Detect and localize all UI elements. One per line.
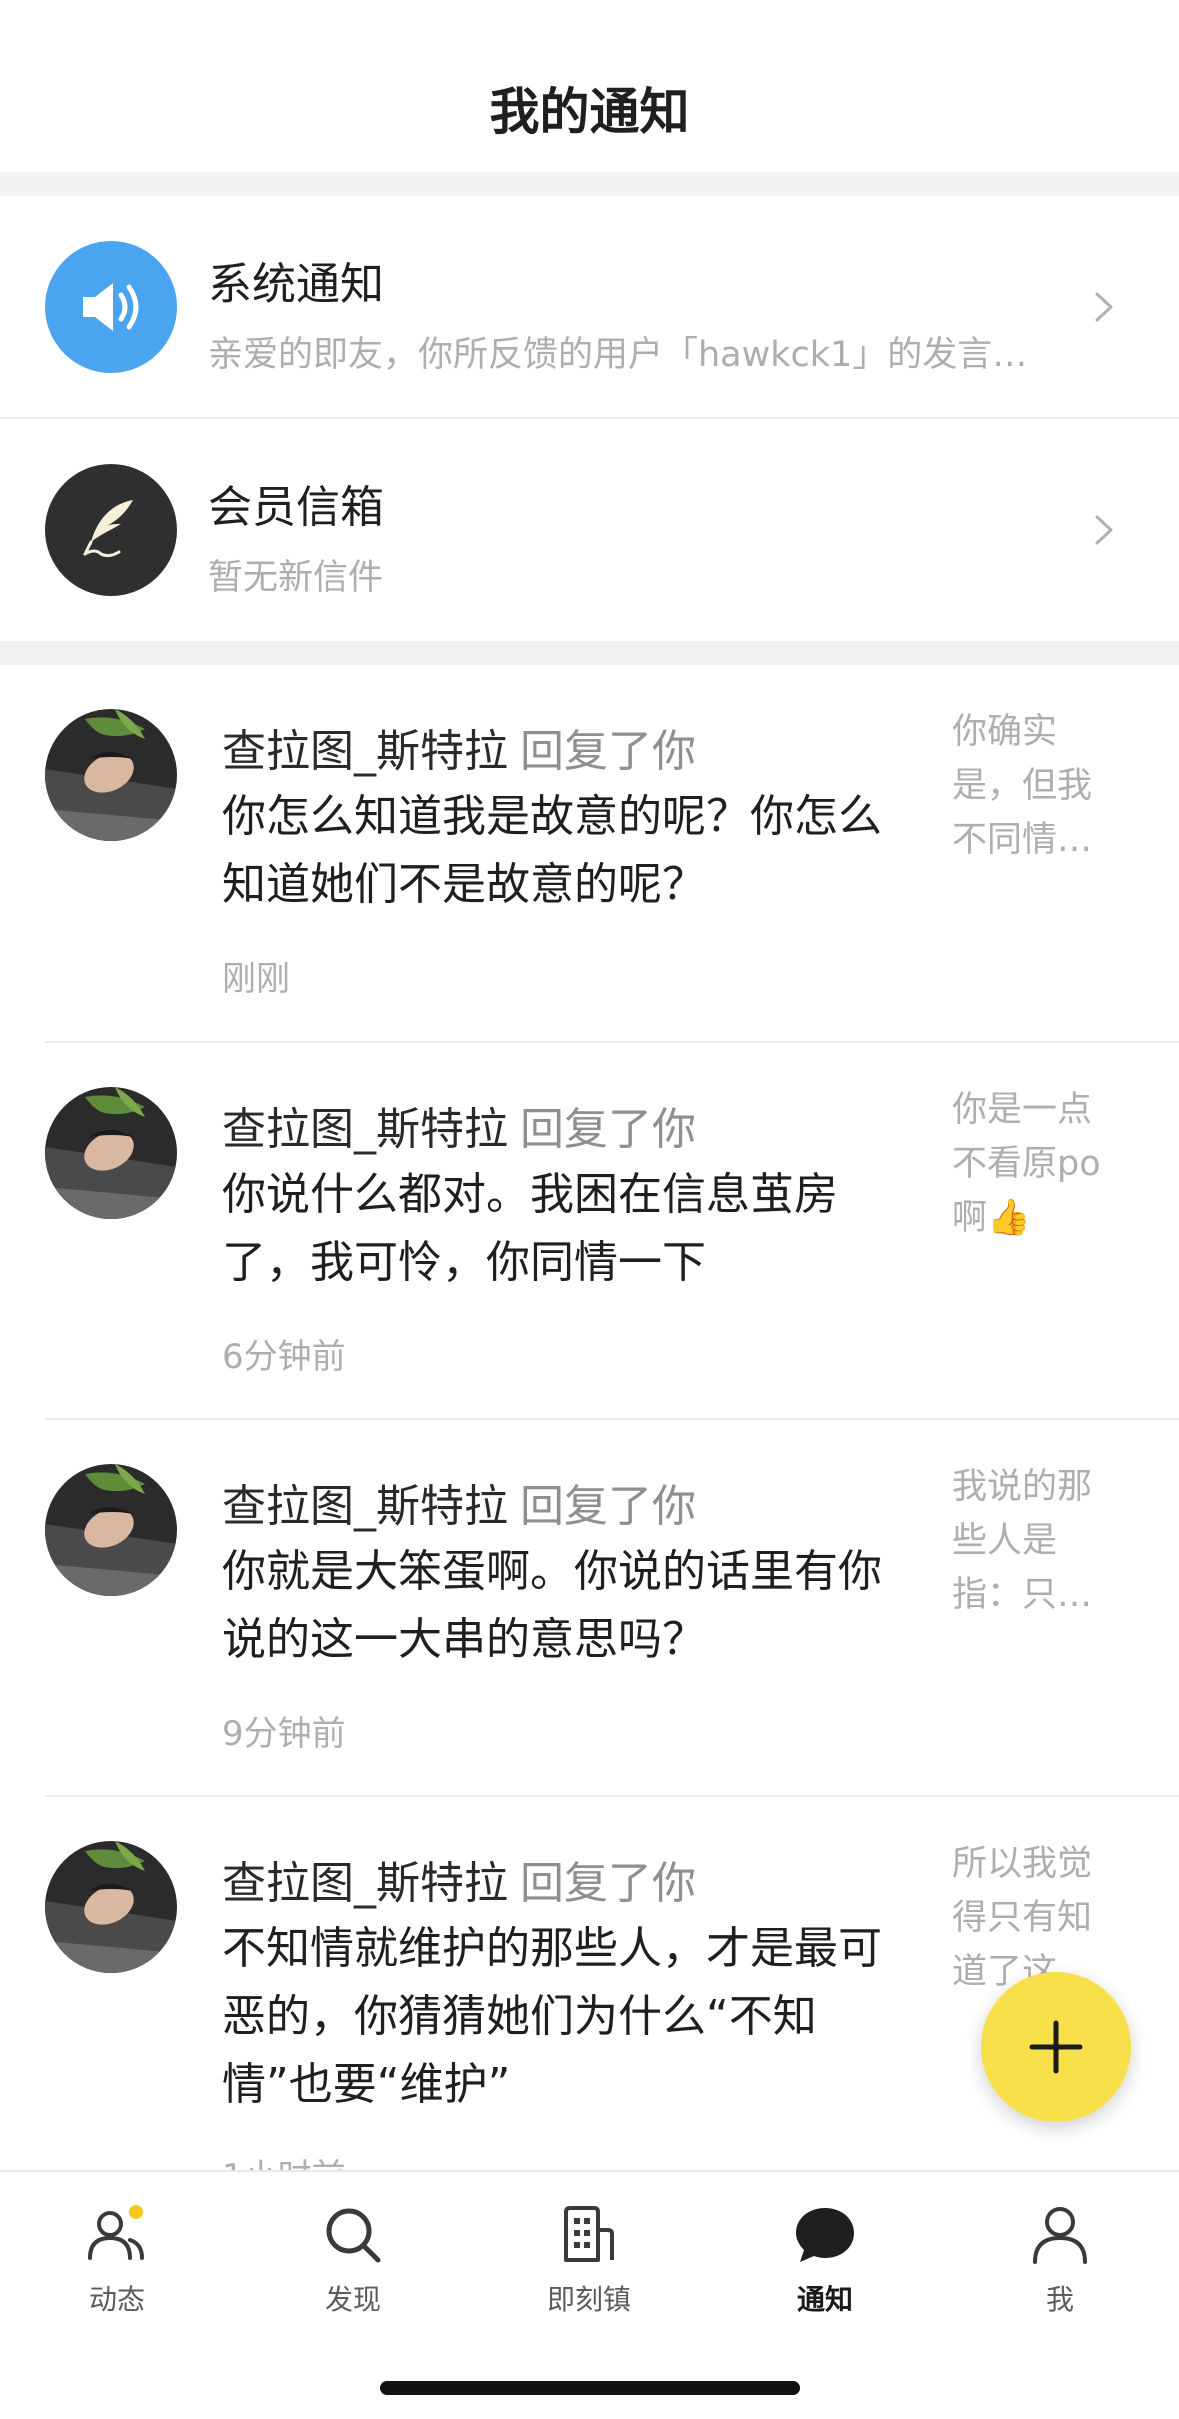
- building-icon: [564, 2206, 614, 2262]
- quill-icon: [45, 464, 177, 596]
- tab-me[interactable]: 我: [990, 2200, 1130, 2330]
- tab-label: 我: [1045, 2283, 1074, 2316]
- add-button[interactable]: [981, 1972, 1131, 2122]
- user-name[interactable]: 查拉图_斯特拉: [222, 1858, 508, 1909]
- speaker-icon: [45, 241, 177, 373]
- tab-town[interactable]: 即刻镇: [519, 2200, 659, 2330]
- reply-body: 不知情就维护的那些人，才是最可恶的，你猜猜她们为什么“不知情”也要“维护”: [222, 1923, 882, 2110]
- section-gap: [0, 641, 1179, 665]
- chevron-right-icon: [1095, 292, 1113, 322]
- notification-item[interactable]: 查拉图_斯特拉 回复了你 你怎么知道我是故意的呢？你怎么知道她们不是故意的呢？ 刚…: [0, 665, 1179, 1043]
- home-indicator[interactable]: [380, 2381, 800, 2395]
- timestamp: 6分钟前: [222, 1337, 346, 1377]
- avatar[interactable]: [45, 1841, 177, 1973]
- tab-feed[interactable]: 动态: [47, 2200, 187, 2330]
- tab-notifications[interactable]: 通知: [755, 2200, 895, 2330]
- avatar[interactable]: [45, 709, 177, 841]
- page-title: 我的通知: [489, 83, 690, 141]
- action-text: 回复了你: [520, 726, 696, 777]
- system-notification-row[interactable]: 系统通知 亲爱的即友，你所反馈的用户「hawkck1」的发言…: [0, 196, 1179, 418]
- plus-icon: [1029, 2020, 1083, 2074]
- notification-item[interactable]: 查拉图_斯特拉 回复了你 你说什么都对。我困在信息茧房了，我可怜，你同情一下 6分…: [0, 1043, 1179, 1420]
- reply-body: 你怎么知道我是故意的呢？你怎么知道她们不是故意的呢？: [222, 791, 882, 910]
- tab-label: 动态: [88, 2283, 145, 2316]
- chat-bubble-icon: [796, 2208, 854, 2262]
- member-mailbox-preview: 暂无新信件: [208, 558, 384, 598]
- system-notification-preview: 亲爱的即友，你所反馈的用户「hawkck1」的发言…: [208, 335, 1028, 375]
- notification-item[interactable]: 查拉图_斯特拉 回复了你 不知情就维护的那些人，才是最可恶的，你猜猜她们为什么“不…: [0, 1797, 1179, 2170]
- avatar[interactable]: [45, 1464, 177, 1596]
- avatar[interactable]: [45, 1087, 177, 1219]
- tab-label: 通知: [796, 2283, 853, 2316]
- member-mailbox-title: 会员信箱: [208, 482, 384, 533]
- notification-item[interactable]: 查拉图_斯特拉 回复了你 你就是大笨蛋啊。你说的话里有你说的这一大串的意思吗？ 9…: [0, 1420, 1179, 1797]
- system-notification-title: 系统通知: [208, 259, 384, 310]
- action-text: 回复了你: [520, 1481, 696, 1532]
- user-name[interactable]: 查拉图_斯特拉: [222, 1481, 508, 1532]
- user-name[interactable]: 查拉图_斯特拉: [222, 1104, 508, 1155]
- timestamp: 9分钟前: [222, 1714, 346, 1754]
- tab-label: 发现: [324, 2283, 381, 2316]
- quoted-text: 我说的那些人是指：只…: [952, 1467, 1093, 1615]
- reply-body: 你说什么都对。我困在信息茧房了，我可怜，你同情一下: [222, 1169, 838, 1288]
- action-text: 回复了你: [520, 1104, 696, 1155]
- tab-label: 即刻镇: [546, 2283, 631, 2316]
- action-text: 回复了你: [520, 1858, 696, 1909]
- search-icon: [326, 2208, 381, 2263]
- quoted-text: 你确实是，但我不同情…: [952, 712, 1093, 860]
- people-icon: [88, 2205, 144, 2260]
- reply-body: 你就是大笨蛋啊。你说的话里有你说的这一大串的意思吗？: [222, 1546, 882, 1665]
- user-name[interactable]: 查拉图_斯特拉: [222, 726, 508, 777]
- member-mailbox-row[interactable]: 会员信箱 暂无新信件: [0, 419, 1179, 641]
- quoted-text: 你是一点不看原po啊👍: [952, 1090, 1101, 1238]
- timestamp: 1小时前: [222, 2149, 346, 2170]
- header: 我的通知: [0, 0, 1179, 172]
- chevron-right-icon: [1095, 515, 1113, 545]
- section-gap: [0, 172, 1179, 196]
- timestamp: 刚刚: [222, 959, 290, 999]
- person-icon: [1033, 2207, 1087, 2264]
- tab-discover[interactable]: 发现: [283, 2200, 423, 2330]
